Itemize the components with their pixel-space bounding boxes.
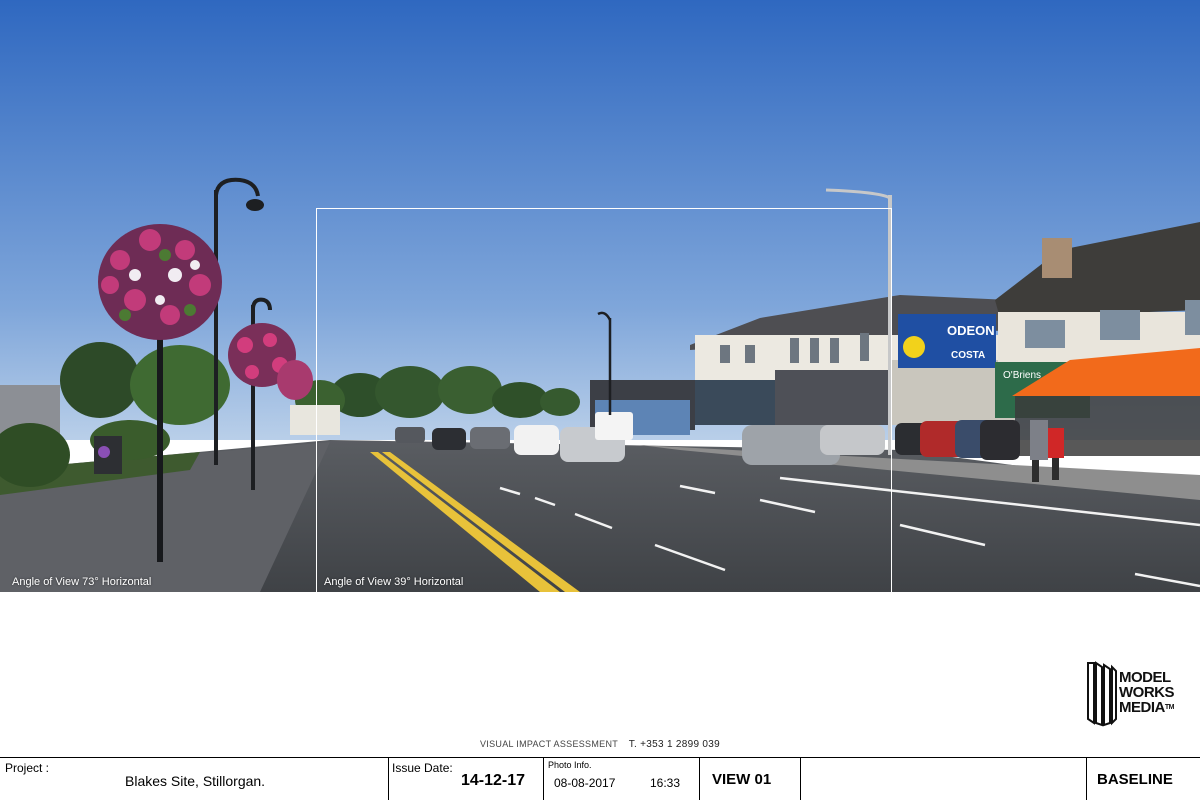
angle-39-label: Angle of View 39° Horizontal — [324, 576, 464, 588]
assessment-label: VISUAL IMPACT ASSESSMENT — [479, 739, 618, 749]
status-label: BASELINE — [1097, 771, 1173, 788]
status-cell: BASELINE — [1087, 758, 1200, 800]
phone-number: T. +353 1 2899 039 — [628, 739, 721, 750]
logo-line-1: MODEL — [1119, 669, 1171, 686]
odeon-text: ODEON — [947, 323, 995, 338]
hanging-basket-large — [98, 224, 222, 340]
issue-date-value: 14-12-17 — [461, 772, 526, 789]
view-number: VIEW 01 — [712, 771, 772, 788]
photo-time: 16:33 — [650, 776, 681, 790]
lamp-head — [246, 199, 264, 211]
photo-info-label: Photo Info. — [548, 760, 592, 770]
logo-wordmark: MODEL WORKS MEDIATM — [1119, 669, 1175, 716]
project-cell: Project : Blakes Site, Stillorgan. — [0, 758, 389, 800]
photo-info-cell: Photo Info. 08-08-2017 16:33 — [544, 758, 700, 800]
logo-line-3: MEDIATM — [1119, 699, 1175, 716]
angle-39-frame — [316, 208, 892, 592]
logo-tm: TM — [1164, 704, 1175, 711]
issue-date-label: Issue Date: — [392, 761, 453, 775]
issue-date-cell: Issue Date: 14-12-17 — [389, 758, 544, 800]
project-value: Blakes Site, Stillorgan. — [125, 773, 266, 789]
model-works-media-logo: MODEL WORKS MEDIATM — [1086, 661, 1194, 727]
view-cell: VIEW 01 — [700, 758, 801, 800]
lidl-logo — [903, 336, 925, 358]
project-label: Project : — [5, 761, 50, 775]
assessment-line: VISUAL IMPACT ASSESSMENT T. +353 1 2899 … — [0, 739, 1200, 750]
costa-text: COSTA — [951, 350, 985, 361]
baseline-photo: ODEON COSTA O'Briens Angle of View 73° H… — [0, 0, 1200, 592]
obriens-text: O'Briens — [1003, 370, 1041, 381]
photo-date: 08-08-2017 — [554, 776, 616, 790]
bin-badge — [98, 446, 110, 458]
logo-line-2: WORKS — [1119, 684, 1175, 701]
angle-73-label: Angle of View 73° Horizontal — [12, 576, 152, 588]
blank-cell — [801, 758, 1087, 800]
title-block: Project : Blakes Site, Stillorgan. Issue… — [0, 757, 1200, 800]
logo-mark-icon — [1087, 661, 1117, 727]
